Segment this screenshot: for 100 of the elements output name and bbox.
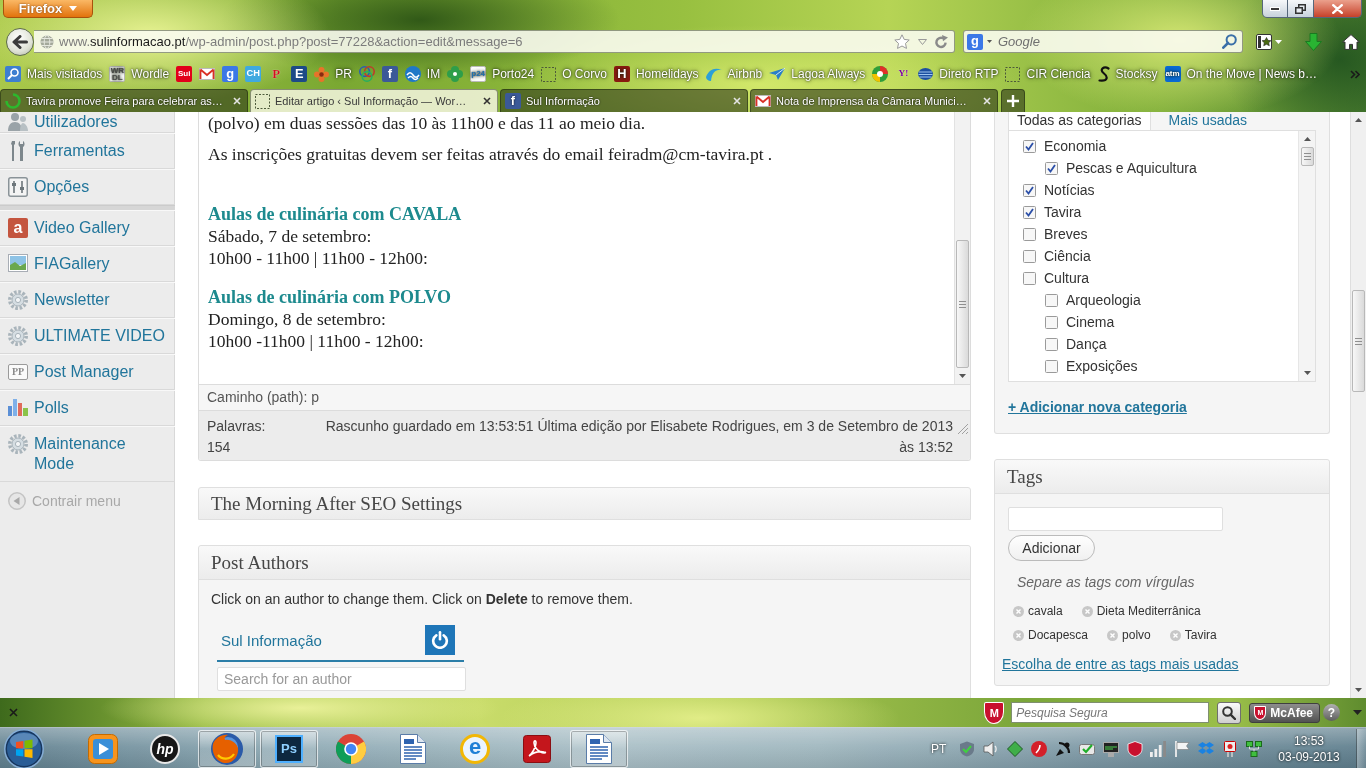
- scrollbar[interactable]: [1298, 131, 1315, 381]
- checkbox[interactable]: [1023, 139, 1036, 153]
- shield-check-icon[interactable]: [959, 740, 976, 757]
- plug-icon[interactable]: [1222, 740, 1239, 757]
- checkbox-label[interactable]: Cultura: [1044, 270, 1090, 286]
- scrollbar-thumb[interactable]: [1352, 290, 1365, 392]
- menu-item[interactable]: FIAGallery: [0, 246, 175, 282]
- checkbox-label[interactable]: Economia: [1044, 138, 1107, 154]
- flag-icon[interactable]: [1174, 740, 1191, 757]
- add-category-link[interactable]: + Adicionar nova categoria: [1008, 398, 1187, 417]
- tab[interactable]: Editar artigo ‹ Sul Informação — Wor…: [250, 89, 498, 112]
- show-desktop-button[interactable]: [1356, 728, 1366, 768]
- add-tag-button[interactable]: Adicionar: [1008, 535, 1095, 561]
- logo-icon[interactable]: g: [222, 66, 239, 82]
- arrow-down-icon[interactable]: [1355, 688, 1362, 692]
- menu-item[interactable]: Newsletter: [0, 282, 175, 318]
- scrollbar-thumb[interactable]: [1300, 147, 1314, 166]
- checkbox[interactable]: [1045, 315, 1058, 329]
- author-link[interactable]: Sul Informação: [221, 631, 322, 649]
- download-arrow-icon[interactable]: [1305, 32, 1322, 51]
- checkbox-label[interactable]: Tavira: [1044, 204, 1082, 220]
- speaker-icon[interactable]: [983, 740, 1000, 757]
- most-used-tags-link[interactable]: Escolha de entre as tags mais usadas: [1002, 655, 1239, 674]
- chevrons-icon[interactable]: [1350, 69, 1360, 79]
- arrow-down-icon[interactable]: [1303, 371, 1311, 375]
- logo-icon[interactable]: E: [291, 66, 308, 82]
- diamond-icon[interactable]: [1007, 740, 1024, 757]
- globe-icon[interactable]: [40, 34, 54, 49]
- tab[interactable]: Tavira promove Feira para celebrar as…: [0, 89, 248, 112]
- new-tab-button[interactable]: [1001, 89, 1025, 112]
- logo-icon[interactable]: Y!: [895, 66, 912, 82]
- clock-date[interactable]: 03-09-2013: [1278, 748, 1340, 765]
- search-field[interactable]: Pesquisa Segura: [1011, 702, 1210, 723]
- menu-item[interactable]: Polls: [0, 390, 175, 426]
- menu-item[interactable]: PP Post Manager: [0, 354, 175, 390]
- menu-item[interactable]: Maintenance Mode: [0, 426, 175, 482]
- checkbox-label[interactable]: Breves: [1044, 226, 1088, 242]
- checkbox-label[interactable]: Arqueologia: [1066, 292, 1141, 308]
- bookmark-link[interactable]: atm On the Move | News b…: [1164, 66, 1318, 82]
- logo-icon[interactable]: f: [381, 66, 398, 82]
- arrow-up-icon[interactable]: [1303, 137, 1311, 141]
- search-field[interactable]: g Google: [963, 30, 1243, 53]
- checkbox[interactable]: [1045, 161, 1058, 175]
- checkbox-label[interactable]: Notícias: [1044, 182, 1095, 198]
- checkbox[interactable]: [1023, 205, 1036, 219]
- tab[interactable]: Nota de Imprensa da Câmara Munici…: [750, 89, 998, 112]
- checkbox[interactable]: [1045, 337, 1058, 351]
- close-tab-icon[interactable]: [483, 97, 491, 105]
- taskbar-button[interactable]: [198, 729, 256, 768]
- help-button[interactable]: ?: [1323, 704, 1340, 721]
- address-bar[interactable]: www.sulinformacao.pt/wp-admin/post.php?post=77228&action=edit&message=6: [34, 30, 955, 53]
- clock-time[interactable]: 13:53: [1294, 732, 1324, 749]
- bookmark-link[interactable]: H Homelidays: [613, 66, 699, 82]
- resize-grip-icon[interactable]: [958, 424, 968, 434]
- close-button[interactable]: [1314, 0, 1362, 18]
- clover-icon[interactable]: [447, 66, 464, 82]
- checkbox-label[interactable]: Cinema: [1066, 314, 1115, 330]
- shield-icon[interactable]: M: [984, 701, 1005, 724]
- menu-item[interactable]: a Video Gallery: [0, 210, 175, 246]
- bookmark-link[interactable]: p24 Porto24: [470, 66, 535, 82]
- star-icon[interactable]: [894, 34, 910, 49]
- caret-icon[interactable]: [1353, 710, 1362, 715]
- checkbox[interactable]: [1045, 293, 1058, 307]
- logo-icon[interactable]: Sui: [176, 66, 193, 82]
- arrow-up-icon[interactable]: [1355, 118, 1362, 122]
- taskbar-button[interactable]: hp: [136, 729, 194, 768]
- scrollbar[interactable]: [1350, 112, 1366, 698]
- restore-button[interactable]: [1288, 0, 1314, 18]
- tab[interactable]: f Sul Informação: [500, 89, 748, 112]
- checkbox-label[interactable]: Pescas e Aquicultura: [1066, 160, 1197, 176]
- menu-item[interactable]: ULTIMATE VIDEO: [0, 318, 175, 354]
- search-icon[interactable]: [1222, 34, 1237, 49]
- signal-bars-icon[interactable]: [1150, 740, 1167, 757]
- bookmark-link[interactable]: PR: [314, 66, 352, 82]
- caret-icon[interactable]: [987, 40, 992, 43]
- logo-icon[interactable]: CH: [245, 66, 262, 82]
- search-button[interactable]: [1217, 701, 1242, 724]
- checkbox[interactable]: [1045, 359, 1058, 373]
- network-icon[interactable]: [1246, 740, 1262, 757]
- taskbar-button[interactable]: [570, 729, 628, 768]
- taskbar-button[interactable]: Ps: [260, 729, 318, 768]
- tab[interactable]: Mais usadas: [1160, 112, 1256, 130]
- author-search-field[interactable]: Search for an author: [217, 667, 466, 691]
- swirl-circle-icon[interactable]: [1031, 740, 1047, 757]
- tab[interactable]: Todas as categorias: [1008, 112, 1151, 130]
- delete-button[interactable]: [425, 625, 455, 655]
- envelope-icon[interactable]: [199, 68, 216, 80]
- back-button[interactable]: [6, 27, 34, 56]
- checkbox[interactable]: [1023, 271, 1036, 285]
- checkbox[interactable]: [1023, 227, 1036, 241]
- bookmark-link[interactable]: IM: [404, 66, 441, 82]
- satellite-dish-icon[interactable]: [1054, 740, 1071, 757]
- menu-item[interactable]: Ferramentas: [0, 133, 175, 169]
- reload-icon[interactable]: [934, 34, 948, 49]
- minimize-button[interactable]: [1262, 0, 1288, 18]
- checkbox[interactable]: [1023, 249, 1036, 263]
- close-icon[interactable]: [9, 708, 18, 717]
- segmented-circle-icon[interactable]: [872, 66, 889, 82]
- logo-icon[interactable]: g: [967, 33, 983, 50]
- arrow-down-icon[interactable]: [959, 374, 966, 378]
